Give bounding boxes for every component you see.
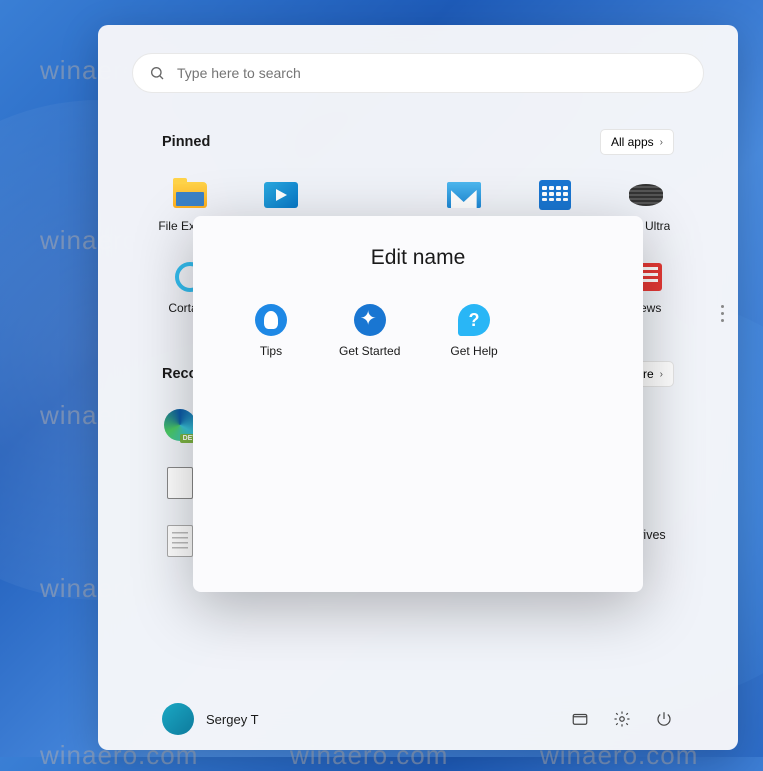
- chevron-right-icon: ›: [660, 369, 663, 380]
- pagination-dots[interactable]: [721, 305, 724, 322]
- edge-icon: [164, 409, 196, 441]
- document-icon: [164, 467, 196, 499]
- app-label: Get Started: [339, 344, 400, 358]
- mail-icon: [446, 177, 482, 213]
- settings-icon[interactable]: [612, 709, 632, 729]
- pinned-header: Pinned All apps ›: [98, 129, 738, 155]
- folder-apps: Tips Get Started ? Get Help: [223, 298, 613, 362]
- all-apps-button[interactable]: All apps ›: [600, 129, 674, 155]
- search-box[interactable]: [132, 53, 704, 93]
- app-label: Tips: [260, 344, 282, 358]
- pinned-title: Pinned: [162, 134, 210, 150]
- dot-icon: [721, 312, 724, 315]
- compass-icon: [352, 302, 388, 338]
- power-icon[interactable]: [654, 709, 674, 729]
- chevron-right-icon: ›: [660, 137, 663, 148]
- folder-app-tips[interactable]: Tips: [249, 298, 293, 362]
- folder-title[interactable]: Edit name: [223, 246, 613, 270]
- folder-app-get-help[interactable]: ? Get Help: [446, 298, 501, 362]
- folder-icon: [172, 177, 208, 213]
- calendar-icon: [537, 177, 573, 213]
- all-apps-label: All apps: [611, 135, 654, 149]
- app-label: Get Help: [450, 344, 497, 358]
- help-icon: ?: [456, 302, 492, 338]
- dot-icon: [721, 305, 724, 308]
- user-profile[interactable]: Sergey T: [162, 703, 259, 735]
- text-document-icon: [164, 525, 196, 557]
- username: Sergey T: [206, 712, 259, 727]
- folder-app-get-started[interactable]: Get Started: [335, 298, 404, 362]
- library-icon[interactable]: [570, 709, 590, 729]
- search-input[interactable]: [177, 65, 687, 81]
- folder-popup: Edit name Tips Get Started ? Get Help: [193, 216, 643, 592]
- footer-icons: [570, 709, 674, 729]
- play-icon: [263, 177, 299, 213]
- search-icon: [149, 65, 165, 81]
- bulb-icon: [253, 302, 289, 338]
- disc-icon: [628, 177, 664, 213]
- avatar: [162, 703, 194, 735]
- start-menu-footer: Sergey T: [98, 688, 738, 750]
- dot-icon: [721, 319, 724, 322]
